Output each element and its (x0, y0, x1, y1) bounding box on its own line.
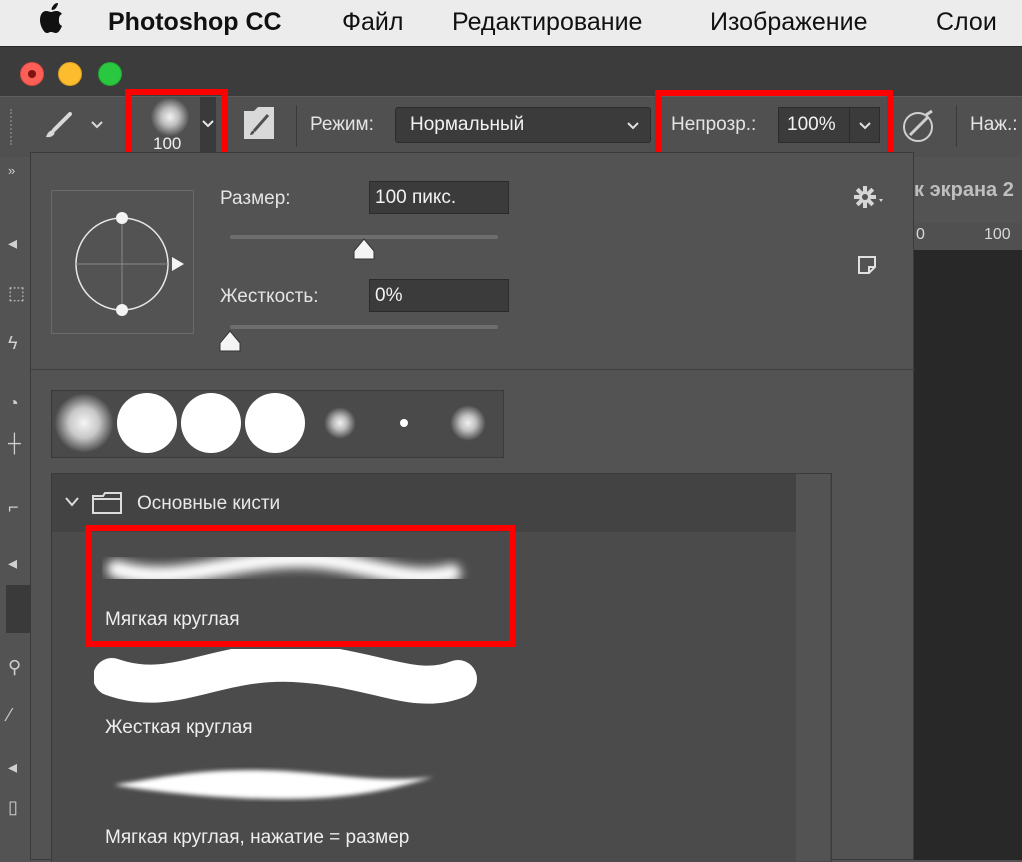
brush-preview-icon[interactable] (148, 97, 192, 137)
hardness-label: Жесткость: (220, 286, 319, 307)
size-slider-thumb[interactable] (352, 237, 376, 266)
soft-brush-tip-icon (54, 393, 114, 453)
brush-angle-widget[interactable] (51, 190, 194, 334)
opacity-field[interactable]: 100% (778, 107, 880, 143)
document-canvas[interactable] (914, 250, 1022, 860)
brush-picker-dropdown-button[interactable] (200, 97, 216, 153)
opacity-label: Непрозр.: (671, 114, 757, 135)
recent-brush-soft-small[interactable] (308, 391, 373, 455)
preset-name: Жесткая круглая (105, 717, 253, 738)
ruler-label-0: 0 (916, 226, 925, 243)
hardness-input[interactable]: 0% (369, 279, 509, 312)
options-grip[interactable] (10, 109, 16, 145)
size-label: Размер: (220, 188, 291, 209)
window-titlebar (0, 46, 1022, 97)
hard-brush-tip-icon (245, 393, 305, 453)
gradient-tool-icon[interactable]: ▯ (8, 797, 18, 818)
menu-app-name[interactable]: Photoshop CC (108, 5, 282, 39)
menu-image[interactable]: Изображение (710, 5, 867, 39)
opacity-field-divider (849, 108, 850, 142)
lasso-tool-icon[interactable]: ϟ (8, 333, 18, 354)
blend-mode-select[interactable]: Нормальный (395, 107, 651, 143)
opacity-value: 100% (787, 114, 836, 135)
tool-options-bar: 100 Режим: Нормальный Непрозр.: 100% Наж… (0, 96, 1022, 158)
document-tab-title[interactable]: к экрана 2 (914, 179, 1014, 202)
options-divider (296, 105, 297, 147)
preset-soft-round-pressure[interactable]: Мягкая круглая, нажатие = размер (94, 751, 506, 861)
minimize-window-button[interactable] (58, 62, 82, 86)
history-brush-tool-icon[interactable]: ⁄ (8, 705, 11, 726)
eyedropper-tool-icon[interactable]: ⌐ (8, 497, 19, 518)
close-window-button[interactable] (20, 62, 44, 86)
zoom-window-button[interactable] (98, 62, 122, 86)
recent-brush-hard-1[interactable] (116, 391, 181, 455)
eraser-tool-icon[interactable]: ◂ (8, 757, 17, 778)
hardness-value: 0% (375, 285, 403, 306)
blend-mode-value: Нормальный (410, 114, 525, 135)
preset-list-scrollbar[interactable] (796, 474, 830, 861)
soft-round-stroke-icon (107, 549, 461, 586)
flow-label: Наж.: (970, 114, 1018, 135)
move-tool-icon[interactable]: ◂ (8, 233, 17, 254)
brush-size-readout: 100 (153, 134, 182, 153)
hardness-slider-track[interactable] (230, 325, 498, 329)
apple-menu-icon[interactable] (38, 2, 68, 45)
quick-select-tool-icon[interactable]: ◔ (8, 393, 19, 414)
recent-brush-tiny[interactable] (372, 391, 437, 455)
size-value: 100 пикс. (375, 187, 457, 208)
preset-name: Мягкая круглая (105, 609, 240, 630)
folder-row[interactable]: Основные кисти (52, 474, 796, 532)
recent-brush-soft-medium[interactable] (436, 391, 500, 455)
menu-layers[interactable]: Слои (936, 5, 997, 39)
brush-tool-icon[interactable] (40, 111, 80, 146)
stamp-tool-icon[interactable]: ⚲ (8, 657, 21, 678)
opacity-chevron-icon[interactable] (858, 121, 872, 131)
hard-brush-tip-icon (117, 393, 177, 453)
options-divider-2 (956, 105, 957, 147)
folder-name: Основные кисти (137, 493, 281, 514)
healing-tool-icon[interactable]: ◂ (8, 553, 17, 574)
pressure-opacity-icon[interactable] (900, 107, 938, 150)
menu-file[interactable]: Файл (342, 5, 403, 39)
menu-edit[interactable]: Редактирование (452, 5, 642, 39)
new-preset-icon[interactable] (857, 255, 879, 282)
close-dot-icon (28, 70, 36, 78)
picker-settings-gear-icon[interactable] (853, 185, 887, 216)
hard-round-stroke-icon (94, 649, 477, 704)
ruler-label-100: 100 (984, 226, 1011, 243)
mac-menubar: Photoshop CC Файл Редактирование Изображ… (0, 0, 1022, 46)
brush-preset-picker: Размер: 100 пикс. Жесткость: 0% Основные… (30, 152, 915, 862)
preset-hard-round[interactable]: Жесткая круглая (94, 643, 506, 752)
marquee-tool-icon[interactable]: ⬚ (8, 283, 25, 304)
mode-chevron-icon (627, 122, 639, 130)
crop-tool-icon[interactable]: ┼ (8, 433, 21, 454)
horizontal-ruler: 0 100 (914, 223, 1022, 251)
folder-expand-chevron-icon[interactable] (64, 496, 80, 508)
recent-brush-hard-2[interactable] (180, 391, 245, 455)
soft-pressure-stroke-icon (114, 770, 434, 799)
size-input[interactable]: 100 пикс. (369, 181, 509, 214)
collapse-tools-icon[interactable]: » (8, 163, 15, 178)
soft-brush-tip-icon (324, 407, 356, 439)
tiny-brush-tip-icon (400, 419, 408, 427)
preset-name: Мягкая круглая, нажатие = размер (105, 827, 410, 848)
hardness-slider-thumb[interactable] (218, 329, 242, 358)
mode-label: Режим: (310, 114, 374, 135)
soft-brush-tip-icon (450, 405, 486, 441)
recent-brush-hard-3[interactable] (244, 391, 309, 455)
hard-brush-tip-icon (181, 393, 241, 453)
picker-divider (31, 369, 915, 370)
tool-preset-chevron-icon[interactable] (90, 117, 104, 135)
recent-brush-soft-large[interactable] (52, 391, 117, 455)
brush-panel-toggle-icon[interactable] (242, 107, 278, 143)
folder-icon (92, 492, 122, 514)
preset-soft-round[interactable]: Мягкая круглая (94, 535, 506, 644)
